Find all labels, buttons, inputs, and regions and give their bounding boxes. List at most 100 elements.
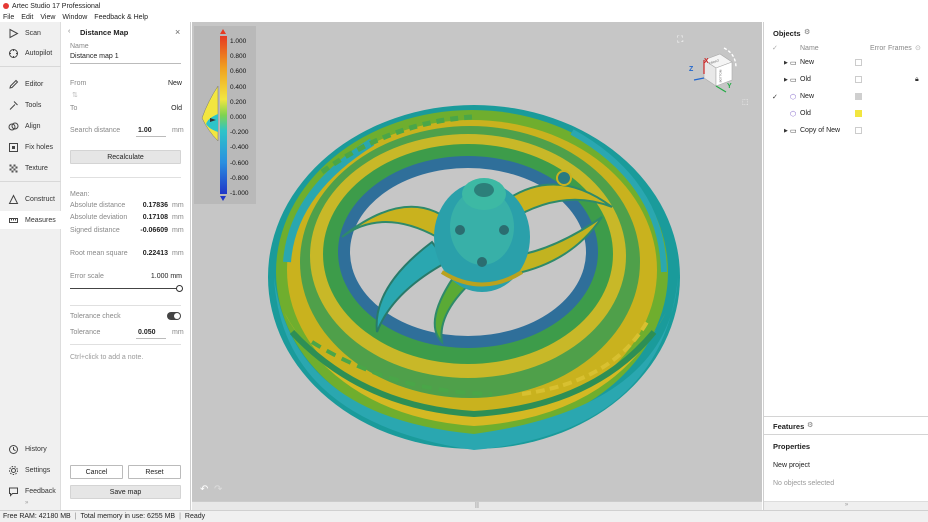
expand-caret-icon[interactable]: ▶: [784, 60, 788, 66]
signed-distance-value: -0.06609: [140, 227, 168, 234]
nav-editor[interactable]: Editor: [0, 75, 61, 93]
cube-face-bottom: BOTTOM: [718, 69, 723, 83]
memory-in-use: Total memory in use: 6255 MB: [80, 513, 176, 520]
object-row[interactable]: ⬡ Old: [764, 105, 928, 122]
folder-icon: ▭: [790, 59, 797, 67]
menu-feedback-help[interactable]: Feedback & Help: [94, 14, 148, 21]
tolerance-check-toggle[interactable]: [167, 312, 181, 320]
reset-button[interactable]: Reset: [128, 465, 181, 479]
divider: [70, 177, 181, 178]
divider: [764, 434, 928, 435]
recalculate-button[interactable]: Recalculate: [70, 150, 181, 164]
nav-fix-holes[interactable]: Fix holes: [0, 138, 61, 156]
rms-unit: mm: [172, 250, 184, 257]
nav-autopilot[interactable]: Autopilot: [0, 44, 61, 62]
tolerance-check-label: Tolerance check: [70, 313, 121, 320]
object-row[interactable]: ▶ ▭ New: [764, 54, 928, 71]
checkmark-icon[interactable]: ✓: [772, 93, 778, 101]
close-icon[interactable]: ×: [175, 27, 180, 37]
error-scale-slider-handle[interactable]: [176, 285, 183, 292]
3d-viewport[interactable]: 1.000 0.800 0.600 0.400 0.200 0.000 -0.200 -0.4…: [192, 22, 762, 501]
swap-icon[interactable]: ⇅: [72, 91, 78, 99]
expand-caret-icon[interactable]: ▶: [784, 128, 788, 134]
col-lock-icon: ⊙: [915, 45, 921, 52]
expand-caret-icon[interactable]: ▶: [784, 77, 788, 83]
visibility-icon[interactable]: [855, 59, 862, 66]
nav-scan[interactable]: Scan: [0, 24, 61, 42]
viewport-bottom-handle[interactable]: ⠿: [192, 501, 762, 510]
nav-feedback[interactable]: Feedback: [0, 482, 61, 500]
tolerance-input[interactable]: 0.050: [138, 329, 156, 336]
rms-value: 0.22413: [142, 250, 168, 257]
align-icon: [7, 120, 19, 132]
object-row[interactable]: ▶ ▭ Copy of New: [764, 122, 928, 139]
distance-map-panel: ‹ Distance Map × Name Distance map 1 Fro…: [62, 22, 191, 510]
save-map-button[interactable]: Save map: [70, 485, 181, 499]
wheel-model[interactable]: [192, 22, 762, 501]
mean-label: Mean:: [70, 191, 90, 198]
project-name: New project: [773, 462, 810, 469]
nav-measures[interactable]: Measures: [0, 211, 61, 229]
panel-title: Distance Map: [80, 28, 129, 37]
menu-file[interactable]: File: [3, 14, 14, 21]
menu-view[interactable]: View: [40, 14, 55, 21]
app-logo-icon: [3, 3, 9, 9]
search-distance-input[interactable]: 1.00: [138, 127, 152, 134]
objects-panel: Objects ⚙ ✓ Name Error Frames ⊙ ▶ ▭ New …: [763, 22, 928, 510]
nav-texture[interactable]: Texture: [0, 159, 61, 177]
fit-view-icon[interactable]: ⛶: [677, 34, 683, 45]
tools-icon: [7, 99, 19, 111]
fix-holes-icon: [7, 141, 19, 153]
check-all-icon[interactable]: ✓: [772, 44, 778, 52]
nav-settings[interactable]: Settings: [0, 461, 61, 479]
object-row[interactable]: ▶ ▭ Old 🔒︎: [764, 71, 928, 88]
nav-divider: [0, 66, 61, 67]
search-distance-unit: mm: [172, 127, 184, 134]
visibility-icon[interactable]: [855, 76, 862, 83]
history-icon: [7, 443, 19, 455]
to-select[interactable]: Old: [162, 105, 182, 112]
lock-icon[interactable]: 🔒︎: [915, 76, 919, 84]
tolerance-label: Tolerance: [70, 329, 101, 336]
object-row[interactable]: ✓ ⬡ New: [764, 88, 928, 105]
cancel-button[interactable]: Cancel: [70, 465, 123, 479]
col-name: Name: [800, 45, 819, 52]
nav-align[interactable]: Align: [0, 117, 61, 135]
col-frames: Frames: [888, 45, 912, 52]
status-bar: Free RAM: 42180 MB | Total memory in use…: [0, 510, 928, 522]
nav-tools[interactable]: Tools: [0, 96, 61, 114]
nav-history[interactable]: History: [0, 440, 61, 458]
folder-icon: ▭: [790, 76, 797, 84]
divider: [764, 416, 928, 417]
note-area[interactable]: Ctrl+click to add a note.: [70, 354, 143, 361]
menu-bar: File Edit View Window Feedback & Help: [0, 12, 928, 22]
free-ram: Free RAM: 42180 MB: [3, 513, 71, 520]
redo-icon[interactable]: ↷: [214, 484, 222, 495]
ruler-icon: [7, 214, 19, 226]
menu-edit[interactable]: Edit: [21, 14, 33, 21]
folder-icon: ▭: [790, 127, 797, 135]
error-scale-slider-track[interactable]: [70, 288, 180, 289]
menu-window[interactable]: Window: [62, 14, 87, 21]
color-swatch[interactable]: [855, 93, 862, 100]
name-label: Name: [70, 43, 89, 50]
view-cube[interactable]: [686, 40, 744, 100]
from-select[interactable]: New: [162, 80, 182, 87]
to-label: To: [70, 105, 78, 112]
nav-divider: [0, 181, 61, 182]
visibility-icon[interactable]: [855, 127, 862, 134]
cube-rotate-icon[interactable]: ⬚: [742, 98, 749, 106]
collapse-right-icon[interactable]: »: [764, 501, 928, 510]
back-chevron-left-icon[interactable]: ‹: [68, 28, 70, 35]
features-gear-icon[interactable]: ⚙: [807, 421, 813, 429]
color-swatch[interactable]: [855, 110, 862, 117]
properties-empty: No objects selected: [773, 480, 835, 487]
undo-icon[interactable]: ↶: [200, 484, 208, 495]
nav-construct[interactable]: Construct: [0, 190, 61, 208]
abs-distance-value: 0.17836: [142, 202, 168, 209]
collapse-nav-icon[interactable]: »: [25, 500, 28, 506]
name-input[interactable]: Distance map 1: [70, 53, 119, 60]
from-label: From: [70, 80, 87, 87]
objects-gear-icon[interactable]: ⚙: [804, 28, 810, 36]
window-title: Artec Studio 17 Professional: [12, 2, 101, 10]
